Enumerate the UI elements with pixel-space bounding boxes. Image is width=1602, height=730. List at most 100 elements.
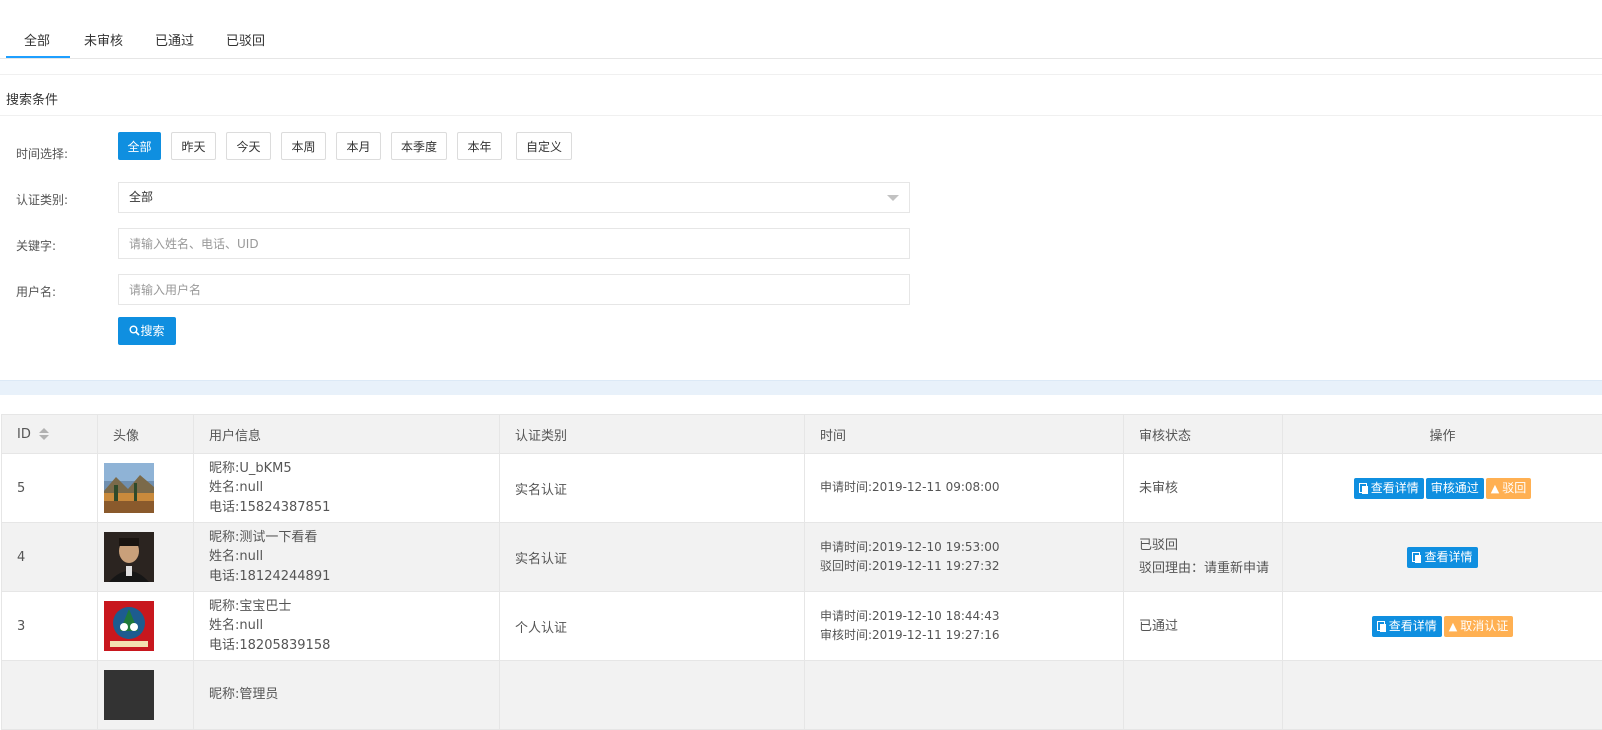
header-actions: 操作 [1283,415,1602,454]
user-name: 姓名:null [209,616,499,636]
action-button-label: 取消认证 [1460,619,1508,633]
tab-rejected[interactable]: 已驳回 [226,30,265,49]
tab-all[interactable]: 全部 [24,30,50,49]
cell-time: 申请时间:2019-12-10 19:53:00驳回时间:2019-12-11 … [805,523,1124,592]
keyword-label: 关键字: [16,237,56,254]
cell-avatar [98,454,194,523]
action-button[interactable]: 查看详情 [1372,616,1442,637]
cell-id [2,661,98,730]
cell-user-info: 昵称:宝宝巴士姓名:null电话:18205839158 [194,592,500,661]
search-icon [129,325,140,336]
cell-status: 已通过 [1124,592,1283,661]
cell-id: 5 [2,454,98,523]
time-option-this-year[interactable]: 本年 [457,132,502,160]
time-option-this-month[interactable]: 本月 [336,132,381,160]
user-phone: 电话:18124244891 [209,567,499,587]
cell-time: 申请时间:2019-12-11 09:08:00 [805,454,1124,523]
review-time: 驳回时间:2019-12-11 19:27:32 [820,557,1123,577]
status-text: 已驳回 [1139,534,1282,557]
action-button-label: 查看详情 [1389,619,1437,633]
search-button-label: 搜索 [140,324,164,338]
table-row: 3昵称:宝宝巴士姓名:null电话:18205839158个人认证申请时间:20… [2,592,1602,661]
status-tabs: 全部 未审核 已通过 已驳回 [0,0,1602,59]
status-text: 未审核 [1139,477,1282,500]
warning-icon: ▲ [1449,616,1457,637]
action-button[interactable]: 查看详情 [1407,547,1477,568]
cell-id: 3 [2,592,98,661]
reject-reason: 驳回理由：请重新申请 [1139,557,1282,580]
table-row: 昵称:管理员 [2,661,1602,730]
cell-user-info: 昵称:管理员 [194,661,500,730]
user-nickname: 昵称:U_bKM5 [209,459,499,479]
panel-top-border [0,74,1602,75]
avatar [104,532,154,582]
avatar [104,463,154,513]
tab-approved[interactable]: 已通过 [155,30,194,49]
warning-icon: ▲ [1491,478,1499,499]
keyword-input[interactable] [118,228,910,259]
status-text: 已通过 [1139,615,1282,638]
cell-actions: 查看详情 ▲取消认证 [1283,592,1602,661]
table-row: 5昵称:U_bKM5姓名:null电话:15824387851实名认证申请时间:… [2,454,1602,523]
avatar [104,670,154,720]
header-category: 认证类别 [500,415,805,454]
time-option-all[interactable]: 全部 [118,132,161,160]
header-id-label: ID [17,427,31,442]
header-time: 时间 [805,415,1124,454]
action-button-label: 审核通过 [1431,481,1479,495]
cell-actions [1283,661,1602,730]
cell-status: 已驳回驳回理由：请重新申请 [1124,523,1283,592]
tab-pending[interactable]: 未审核 [84,30,123,49]
category-select[interactable]: 全部 [118,182,910,213]
apply-time: 申请时间:2019-12-10 18:44:43 [820,607,1123,627]
category-label: 认证类别: [16,191,68,208]
section-separator [0,380,1602,395]
username-label: 用户名: [16,283,56,300]
cell-time [805,661,1124,730]
avatar [104,601,154,651]
cell-status [1124,661,1283,730]
user-name: 姓名:null [209,478,499,498]
time-option-this-quarter[interactable]: 本季度 [391,132,447,160]
action-button[interactable]: ▲驳回 [1486,478,1531,499]
time-option-this-week[interactable]: 本周 [281,132,326,160]
user-phone: 电话:18205839158 [209,636,499,656]
certification-table: ID 头像 用户信息 认证类别 时间 审核状态 操作 5昵称:U_bKM5姓名:… [1,414,1602,730]
cell-actions: 查看详情 [1283,523,1602,592]
apply-time: 申请时间:2019-12-10 19:53:00 [820,538,1123,558]
time-option-today[interactable]: 今天 [226,132,271,160]
cell-category: 实名认证 [500,523,805,592]
action-button[interactable]: 查看详情 [1354,478,1424,499]
cell-user-info: 昵称:测试一下看看姓名:null电话:18124244891 [194,523,500,592]
action-button-label: 查看详情 [1371,481,1419,495]
cell-avatar [98,592,194,661]
action-button[interactable]: 审核通过 [1426,478,1484,499]
category-select-value: 全部 [129,190,153,204]
username-input[interactable] [118,274,910,305]
header-user-info: 用户信息 [194,415,500,454]
header-avatar: 头像 [98,415,194,454]
user-name: 姓名:null [209,547,499,567]
search-button[interactable]: 搜索 [118,317,176,345]
doc-icon [1359,483,1368,493]
time-select-label: 时间选择: [16,145,68,162]
time-option-yesterday[interactable]: 昨天 [171,132,216,160]
cell-actions: 查看详情审核通过 ▲驳回 [1283,454,1602,523]
sort-icon[interactable] [39,428,49,440]
user-nickname: 昵称:管理员 [209,685,499,705]
action-button[interactable]: ▲取消认证 [1444,616,1513,637]
chevron-down-icon [887,195,899,201]
user-nickname: 昵称:测试一下看看 [209,528,499,548]
header-id[interactable]: ID [2,415,98,454]
action-button-label: 查看详情 [1424,550,1472,564]
cell-avatar [98,661,194,730]
user-phone: 电话:15824387851 [209,498,499,518]
table-header-row: ID 头像 用户信息 认证类别 时间 审核状态 操作 [2,415,1602,454]
panel-title-divider [0,115,1602,116]
doc-icon [1412,552,1421,562]
cell-user-info: 昵称:U_bKM5姓名:null电话:15824387851 [194,454,500,523]
active-tab-indicator [6,56,70,58]
cell-avatar [98,523,194,592]
time-option-custom[interactable]: 自定义 [516,132,572,160]
doc-icon [1377,621,1386,631]
